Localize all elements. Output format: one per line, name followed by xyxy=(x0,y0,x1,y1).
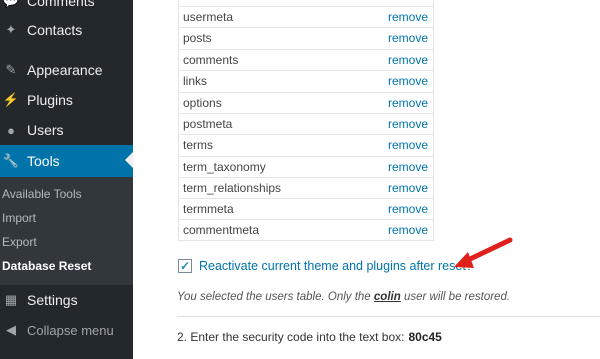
tools-submenu: Available Tools Import Export Database R… xyxy=(0,177,133,285)
table-name: options xyxy=(183,96,222,110)
submenu-available-tools[interactable]: Available Tools xyxy=(2,187,82,201)
restore-note: You selected the users table. Only the c… xyxy=(177,291,510,303)
note-text-after: user will be restored. xyxy=(400,291,511,303)
pin-icon: ✦ xyxy=(5,22,17,37)
table-row: term_taxonomy remove xyxy=(179,156,433,177)
remove-link[interactable]: remove xyxy=(388,96,428,110)
menu-item-label: Tools xyxy=(27,153,60,169)
table-name: comments xyxy=(183,53,239,67)
table-row: links remove xyxy=(179,70,433,91)
step-instruction: 2. Enter the security code into the text… xyxy=(177,330,405,344)
menu-item-users[interactable]: ● Users xyxy=(0,115,133,145)
table-name: postmeta xyxy=(183,117,233,131)
section-divider xyxy=(177,316,600,317)
table-name: commentmeta xyxy=(183,223,260,237)
table-row: termmeta remove xyxy=(179,198,433,219)
menu-item-tools[interactable]: 🔧 Tools xyxy=(0,145,133,177)
menu-item-settings[interactable]: ▦ Settings xyxy=(0,285,133,315)
settings-icon: ▦ xyxy=(4,292,18,307)
table-name: posts xyxy=(183,31,212,45)
menu-item-comments[interactable]: 💬 Comments xyxy=(0,0,133,16)
red-arrow-icon xyxy=(454,237,513,268)
menu-item-label: Comments xyxy=(27,0,95,9)
security-code-step: 2. Enter the security code into the text… xyxy=(177,330,442,344)
comments-icon: 💬 xyxy=(2,0,20,8)
menu-item-label: Users xyxy=(27,122,64,138)
restored-username: colin xyxy=(373,291,401,303)
menu-item-contacts[interactable]: ✦ Contacts xyxy=(0,15,133,45)
note-text-before: You selected the users table. Only the xyxy=(177,291,374,303)
remove-link[interactable]: remove xyxy=(388,181,428,195)
menu-item-appearance[interactable]: ✎ Appearance xyxy=(0,55,133,85)
plug-icon: ⚡ xyxy=(2,92,20,107)
table-name: links xyxy=(183,74,208,88)
arrow-head xyxy=(454,252,474,268)
admin-sidebar: 💬 Comments ✦ Contacts ✎ Appearance ⚡ Plu… xyxy=(0,0,133,359)
collapse-icon: ◀ xyxy=(6,322,16,337)
collapse-menu-label: Collapse menu xyxy=(27,322,114,338)
table-row: comments remove xyxy=(179,49,433,70)
table-row: posts remove xyxy=(179,27,433,48)
reactivate-label[interactable]: Reactivate current theme and plugins aft… xyxy=(199,259,473,273)
table-name: usermeta xyxy=(183,10,234,24)
table-name: term_relationships xyxy=(183,181,282,195)
remove-link[interactable]: remove xyxy=(388,31,428,45)
arrow-shaft xyxy=(465,237,513,263)
menu-item-label: Appearance xyxy=(27,62,103,78)
menu-item-label: Settings xyxy=(27,292,78,308)
user-icon: ● xyxy=(7,122,15,138)
remove-link[interactable]: remove xyxy=(388,53,428,67)
table-row: terms remove xyxy=(179,134,433,155)
menu-item-plugins[interactable]: ⚡ Plugins xyxy=(0,85,133,115)
table-name: terms xyxy=(183,138,213,152)
main-content: usermeta remove posts remove comments remov… xyxy=(133,0,600,359)
remove-link[interactable]: remove xyxy=(388,117,428,131)
table-row: options remove xyxy=(179,92,433,113)
submenu-database-reset[interactable]: Database Reset xyxy=(2,259,91,273)
table-row: usermeta remove xyxy=(179,6,433,27)
wrench-icon: 🔧 xyxy=(2,153,20,168)
remove-link[interactable]: remove xyxy=(388,138,428,152)
remove-link[interactable]: remove xyxy=(388,160,428,174)
table-row: postmeta remove xyxy=(179,113,433,134)
tables-list: usermeta remove posts remove comments remov… xyxy=(178,0,434,241)
menu-item-label: Contacts xyxy=(27,22,83,38)
table-row: term_relationships remove xyxy=(179,177,433,198)
table-name: term_taxonomy xyxy=(183,160,266,174)
collapse-menu-button[interactable]: ◀ Collapse menu xyxy=(0,315,133,345)
remove-link[interactable]: remove xyxy=(388,74,428,88)
table-name: termmeta xyxy=(183,202,234,216)
submenu-import[interactable]: Import xyxy=(2,211,36,225)
table-row: commentmeta remove xyxy=(179,219,433,240)
paintbrush-icon: ✎ xyxy=(5,62,17,77)
reactivate-checkbox[interactable]: ✓ xyxy=(178,259,192,273)
security-code: 80c45 xyxy=(408,330,442,344)
submenu-export[interactable]: Export xyxy=(2,235,37,249)
reactivate-option[interactable]: ✓ Reactivate current theme and plugins a… xyxy=(178,259,473,273)
remove-link[interactable]: remove xyxy=(388,10,428,24)
remove-link[interactable]: remove xyxy=(388,223,428,237)
menu-item-label: Plugins xyxy=(27,92,73,108)
remove-link[interactable]: remove xyxy=(388,202,428,216)
